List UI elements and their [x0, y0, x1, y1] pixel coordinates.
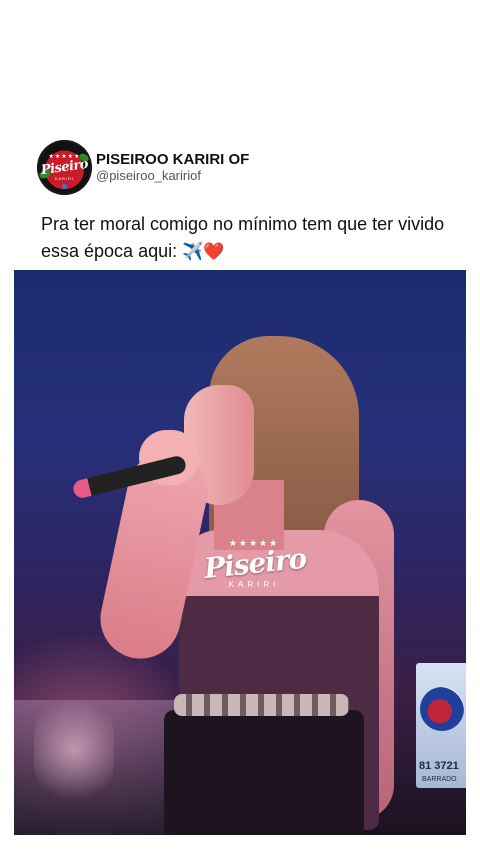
display-name[interactable]: PISEIROO KARIRI OF — [96, 151, 249, 168]
video-watermark: ★★★★★ Piseiro KARIRI — [202, 538, 308, 589]
post-caption: Pra ter moral comigo no mínimo tem que t… — [41, 211, 461, 265]
post-header: ★★★★★ Piseiro KARIRI PISEIROO KARIRI OF … — [37, 139, 249, 195]
avatar-dot — [62, 183, 67, 189]
account-names: PISEIROO KARIRI OF @piseiroo_kaririof — [96, 151, 249, 184]
video-player[interactable]: ★★★★★ Piseiro KARIRI 81 3721 BARRADO — [14, 270, 466, 835]
caption-text: Pra ter moral comigo no mínimo tem que t… — [41, 214, 445, 261]
tv-channel-bug: 81 3721 BARRADO — [416, 663, 466, 788]
avatar[interactable]: ★★★★★ Piseiro KARIRI — [37, 139, 92, 195]
singer-belt — [174, 694, 349, 716]
watermark-logo: Piseiro — [202, 541, 308, 586]
singer-skirt — [164, 710, 364, 835]
tv-number: 81 3721 — [419, 760, 459, 772]
tv-logo-icon — [420, 687, 464, 731]
airplane-heart-emoji: ✈️❤️ — [182, 242, 225, 261]
account-handle[interactable]: @piseiroo_kaririof — [96, 168, 249, 184]
stage-light — [34, 690, 114, 810]
avatar-logo-sub: KARIRI — [54, 175, 75, 181]
tv-sub-text: BARRADO — [422, 776, 457, 783]
